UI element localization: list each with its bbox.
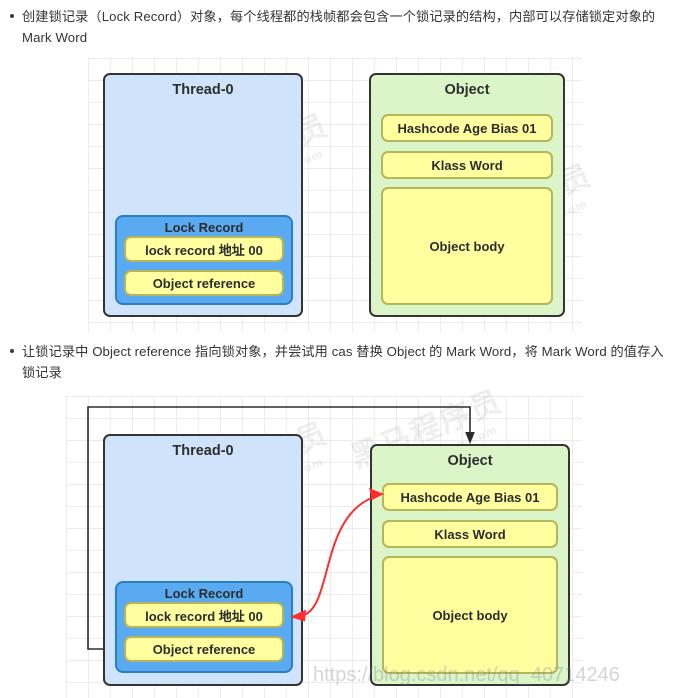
lock-record-row-address-2[interactable]: lock record 地址 00	[124, 602, 284, 628]
diagram-2-canvas: 黑马程序员 www.itheima.com 黑马程序员 www.itheima.…	[66, 384, 620, 698]
object-klassword-label-1: Klass Word	[431, 157, 503, 173]
object-row-klassword-2[interactable]: Klass Word	[382, 520, 558, 548]
bullet-text-1: 创建锁记录（Lock Record）对象，每个线程都的栈帧都会包含一个锁记录的结…	[22, 9, 656, 45]
object-row-markword-1[interactable]: Hashcode Age Bias 01	[381, 114, 553, 142]
lock-record-row-address-1[interactable]: lock record 地址 00	[124, 236, 284, 262]
thread-box-title-1: Thread-0	[172, 82, 234, 98]
bullet-paragraph-1: 创建锁记录（Lock Record）对象，每个线程都的栈帧都会包含一个锁记录的结…	[0, 6, 679, 48]
lock-record-address-label-1: lock record 地址 00	[145, 242, 263, 258]
bullet-marker-2	[10, 349, 14, 353]
bullet-marker-1	[10, 14, 14, 18]
object-row-body-1[interactable]: Object body	[381, 187, 553, 305]
object-box-title-2: Object	[447, 453, 493, 469]
object-body-label-1: Object body	[429, 238, 505, 254]
bullet-paragraph-2: 让锁记录中 Object reference 指向锁对象，并尝试用 cas 替换…	[0, 341, 679, 383]
lock-record-address-label-2: lock record 地址 00	[145, 608, 263, 624]
lock-record-objref-label-1: Object reference	[152, 275, 256, 291]
object-row-markword-2[interactable]: Hashcode Age Bias 01	[382, 483, 558, 511]
object-box-title-1: Object	[444, 82, 490, 98]
object-markword-label-1: Hashcode Age Bias 01	[397, 120, 537, 136]
lock-record-row-objref-2[interactable]: Object reference	[124, 636, 284, 662]
lock-record-row-objref-1[interactable]: Object reference	[124, 270, 284, 296]
lock-record-title-2: Lock Record	[164, 586, 244, 601]
lock-record-title-1: Lock Record	[164, 220, 244, 235]
object-body-label-2: Object body	[432, 607, 508, 623]
bullet-text-2: 让锁记录中 Object reference 指向锁对象，并尝试用 cas 替换…	[22, 344, 664, 380]
thread-box-title-2: Thread-0	[172, 443, 234, 459]
object-klassword-label-2: Klass Word	[434, 526, 506, 542]
diagram-1-canvas: 黑马程序员 www.itheima.com 黑马程序员 www.itheima.…	[88, 58, 597, 332]
object-row-klassword-1[interactable]: Klass Word	[381, 151, 553, 179]
object-markword-label-2: Hashcode Age Bias 01	[400, 489, 540, 505]
object-row-body-2[interactable]: Object body	[382, 556, 558, 674]
lock-record-objref-label-2: Object reference	[152, 641, 256, 657]
